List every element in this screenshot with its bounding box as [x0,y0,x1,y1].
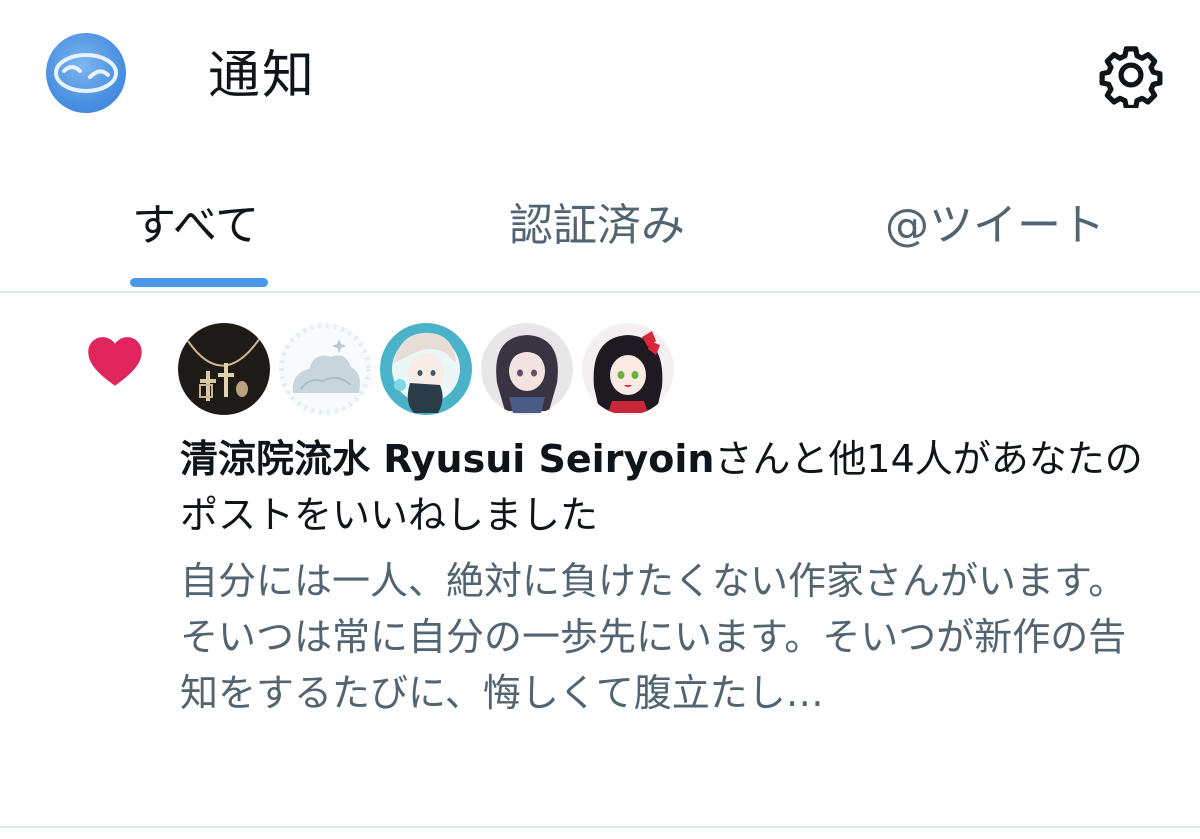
necklace-avatar[interactable] [178,323,270,415]
settings-button[interactable] [1098,42,1164,111]
notification-message: 清涼院流水 Ryusui Seiryoinさんと他14人があなたのポストをいいね… [180,431,1155,543]
notification-item[interactable]: 清涼院流水 Ryusui Seiryoinさんと他14人があなたのポストをいいね… [0,293,1200,828]
active-tab-indicator [130,278,268,287]
account-avatar-icon [54,53,118,93]
heart-icon [84,331,146,387]
tab-bar: すべて 認証済み @ツイート [0,170,1200,293]
tab-verified[interactable]: 認証済み [505,170,695,289]
gear-icon [1099,46,1163,111]
cloud-avatar[interactable] [279,323,371,415]
tab-all-label: すべて [132,200,260,251]
tab-mentions-label: @ツイート [885,200,1105,251]
tab-mentions[interactable]: @ツイート [885,170,1115,289]
anime-girl-red-ribbon-avatar[interactable] [582,323,674,415]
anime-girl-teal-avatar[interactable] [380,323,472,415]
tab-all[interactable]: すべて [130,170,270,289]
page-title: 通知 [208,46,317,106]
anime-girl-dark-avatar[interactable] [481,323,573,415]
account-avatar[interactable] [46,33,126,113]
post-preview-line: そいつは常に自分の一歩先にいます。そいつが新作の告知をするたびに、悔しくて腹立た… [180,615,1127,715]
post-preview: 自分には一人、絶対に負けたくない作家さんがいます。 そいつは常に自分の一歩先にい… [180,553,1155,721]
header: 通知 [0,0,1200,160]
actor-name[interactable]: 清涼院流水 Ryusui Seiryoin [180,437,714,481]
tab-verified-label: 認証済み [509,200,685,251]
post-preview-line: 自分には一人、絶対に負けたくない作家さんがいます。 [180,559,1127,603]
